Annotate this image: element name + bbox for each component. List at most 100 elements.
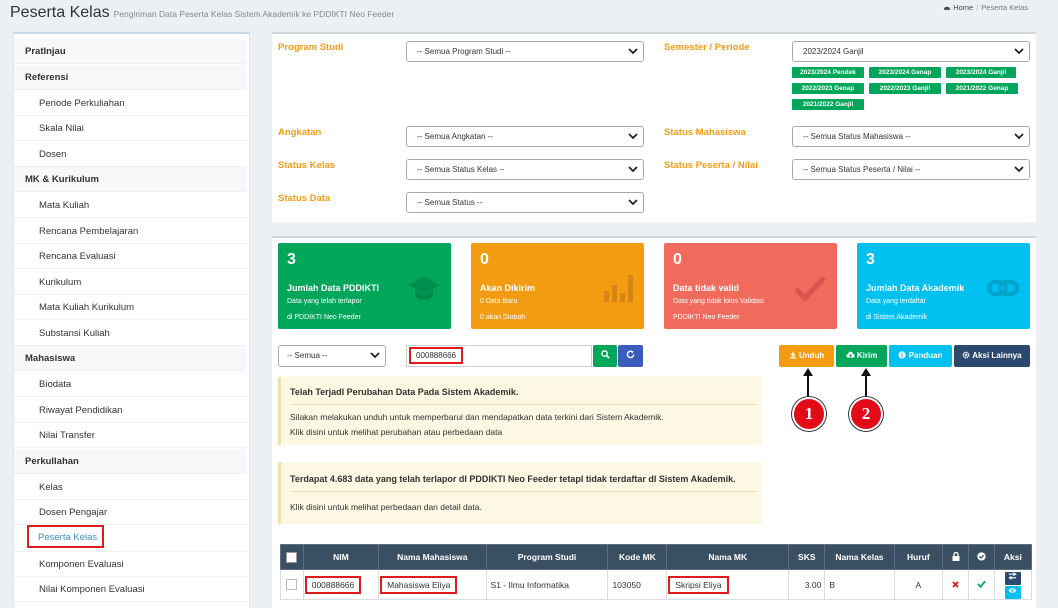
info-icon bbox=[898, 351, 907, 359]
unduh-button[interactable]: Unduh bbox=[779, 345, 834, 367]
status-peserta-select[interactable]: -- Semua Status Peserta / Nilai -- bbox=[792, 159, 1030, 180]
status-kelas-label: Status Kelas bbox=[278, 160, 336, 171]
sidebar-item-riwayat-pendidikan[interactable]: Riwayat Pendidikan bbox=[14, 398, 246, 423]
sidebar-item-peserta-kelas[interactable]: Peserta Kelas bbox=[14, 524, 246, 552]
sidebar-item-mata-kuliah[interactable]: Mata Kuliah bbox=[14, 193, 246, 218]
sidebar-item-nilai-komponen-evaluasi[interactable]: Nilai Komponen Evaluasi bbox=[14, 577, 246, 602]
card-jumlah-pddikti: 3 Jumlah Data PDDIKTI Data yang telah te… bbox=[278, 243, 451, 329]
sidebar-item-dosen[interactable]: Dosen bbox=[14, 142, 246, 167]
sidebar-item-komponen-evaluasi[interactable]: Komponen Evaluasi bbox=[14, 552, 246, 577]
card-number: 0 bbox=[673, 251, 682, 268]
check-icon bbox=[794, 276, 826, 302]
x-icon bbox=[952, 580, 959, 588]
search-input[interactable]: 000888666 bbox=[406, 345, 592, 367]
notice-tidak-terdaftar-title: Terdapat 4.683 data yang telah terlapor … bbox=[290, 474, 736, 484]
kirim-label: Kirim bbox=[856, 351, 878, 360]
status-mahasiswa-value: -- Semua Status Mahasiswa -- bbox=[803, 132, 911, 141]
program-studi-value: -- Semua Program Studi -- bbox=[417, 47, 511, 56]
row-checkbox-cell[interactable] bbox=[280, 569, 304, 600]
table-header-row: NIM Nama Mahasiswa Program Studi Kode MK… bbox=[280, 544, 1033, 570]
card-line1: Data yang terdaftar bbox=[866, 298, 926, 305]
sidebar-item-skala-nilai[interactable]: Skala Nilai bbox=[14, 116, 246, 141]
exchange-icon bbox=[1008, 572, 1018, 580]
refresh-button[interactable] bbox=[618, 345, 643, 367]
program-studi-select[interactable]: -- Semua Program Studi -- bbox=[406, 41, 644, 62]
sidebar-head-referensi: Referensi bbox=[14, 65, 246, 90]
status-mahasiswa-select[interactable]: -- Semua Status Mahasiswa -- bbox=[792, 126, 1030, 147]
sidebar-item-dosen-pengajar[interactable]: Dosen Pengajar bbox=[14, 500, 246, 525]
th-nim[interactable]: NIM bbox=[302, 544, 380, 570]
card-title: Akan Dikirim bbox=[480, 283, 536, 293]
card-line1: 0 Data Baru bbox=[480, 298, 518, 305]
th-program-studi[interactable]: Program Studi bbox=[485, 544, 609, 570]
select-all-checkbox[interactable] bbox=[286, 551, 298, 563]
th-nama-mk[interactable]: Nama MK bbox=[666, 544, 790, 570]
th-select-all[interactable] bbox=[280, 544, 304, 570]
semester-tag[interactable]: 2023/2024 Pendek bbox=[792, 67, 864, 78]
th-kode-mk[interactable]: Kode MK bbox=[607, 544, 668, 570]
kirim-button[interactable]: Kirim bbox=[836, 345, 887, 367]
transfer-button[interactable] bbox=[1004, 572, 1021, 585]
search-value: 000888666 bbox=[409, 347, 464, 364]
sidebar-item-rencana-evaluasi[interactable]: Rencana Evaluasi bbox=[14, 244, 246, 269]
th-nama-mahasiswa[interactable]: Nama Mahasiswa bbox=[378, 544, 487, 570]
semester-tag[interactable]: 2021/2022 Ganjil bbox=[792, 99, 864, 110]
notice-tidak-terdaftar-link[interactable]: Klik disini untuk melihat perbedaan dan … bbox=[290, 502, 482, 512]
th-sks[interactable]: SKS bbox=[788, 544, 826, 570]
semester-tag[interactable]: 2023/2024 Ganjil bbox=[946, 67, 1016, 78]
chevron-down-icon bbox=[628, 48, 638, 55]
angkatan-select[interactable]: -- Semua Angkatan -- bbox=[406, 126, 644, 147]
status-data-value: -- Semua Status -- bbox=[417, 198, 483, 207]
card-line2: di Sistem Akademik bbox=[866, 314, 928, 321]
th-huruf[interactable]: Huruf bbox=[893, 544, 944, 570]
peserta-table: NIM Nama Mahasiswa Program Studi Kode MK… bbox=[280, 544, 1033, 600]
card-line2: PDDIKTI Neo Feeder bbox=[673, 314, 740, 321]
cell-kelas: B bbox=[824, 569, 895, 600]
semester-tag[interactable]: 2021/2022 Genap bbox=[946, 83, 1018, 94]
th-aksi: Aksi bbox=[993, 544, 1033, 570]
cell-lock bbox=[942, 569, 969, 600]
panduan-button[interactable]: Panduan bbox=[889, 345, 952, 367]
check-icon bbox=[977, 580, 986, 588]
sidebar-pratinjau[interactable]: PratInjau bbox=[14, 39, 246, 64]
search-button[interactable] bbox=[593, 345, 617, 367]
annotation-badge-1: 1 bbox=[792, 397, 826, 431]
aksi-lainnya-button[interactable]: Aksi Lainnya bbox=[954, 345, 1030, 367]
card-title: Jumlah Data PDDIKTI bbox=[287, 283, 380, 293]
status-data-select[interactable]: -- Semua Status -- bbox=[406, 192, 644, 213]
notice-perubahan-link[interactable]: Klik disini untuk melihat perubahan atau… bbox=[290, 427, 502, 437]
semester-select[interactable]: 2023/2024 Ganjil bbox=[792, 41, 1030, 62]
cell-huruf: A bbox=[893, 569, 944, 600]
card-akan-dikirim: 0 Akan Dikirim 0 Data Baru 0 akan Diubah bbox=[471, 243, 644, 329]
sidebar-item-periode-perkuliahan[interactable]: Periode Perkuliahan bbox=[14, 91, 246, 116]
sidebar-item-kurikulum[interactable]: Kurikulum bbox=[14, 270, 246, 295]
card-line2: di PDDIKTI Neo Feeder bbox=[287, 314, 361, 321]
card-line1: Data yang telah terlapor bbox=[287, 298, 362, 305]
check-circle-icon bbox=[977, 551, 986, 561]
gear-icon bbox=[962, 351, 970, 359]
angkatan-label: Angkatan bbox=[278, 127, 322, 138]
row-checkbox[interactable] bbox=[286, 579, 298, 591]
chevron-down-icon bbox=[628, 133, 638, 140]
semester-tag[interactable]: 2023/2024 Genap bbox=[869, 67, 941, 78]
th-lock bbox=[942, 544, 969, 570]
sidebar-item-substansi-kuliah[interactable]: Substansi Kuliah bbox=[14, 321, 246, 346]
semua-filter-select[interactable]: -- Semua -- bbox=[278, 345, 386, 367]
sidebar-item-kelas[interactable]: Kelas bbox=[14, 475, 246, 500]
sidebar-item-rencana-pembelajaran[interactable]: Rencana Pembelajaran bbox=[14, 219, 246, 244]
th-nama-kelas[interactable]: Nama Kelas bbox=[824, 544, 895, 570]
breadcrumb-home[interactable]: Home bbox=[953, 3, 973, 12]
graduation-cap-icon bbox=[408, 277, 440, 300]
sidebar-item-biodata[interactable]: Biodata bbox=[14, 372, 246, 397]
page-title: Peserta Kelas Pengiriman Data Peserta Kel… bbox=[10, 4, 394, 22]
breadcrumb-current: Peserta Kelas bbox=[981, 3, 1028, 12]
sidebar-item-mata-kuliah-kurikulum[interactable]: Mata Kuliah Kurikulum bbox=[14, 295, 246, 320]
page-title-text: Peserta Kelas bbox=[10, 4, 110, 21]
notice-perubahan: Telah TerjadI Perubahan Data Pada Sistem… bbox=[278, 377, 762, 445]
view-button[interactable] bbox=[1004, 586, 1021, 599]
status-kelas-select[interactable]: -- Semua Status Kelas -- bbox=[406, 159, 644, 180]
sidebar-item-nilai-transfer[interactable]: Nilai Transfer bbox=[14, 423, 246, 448]
semester-tag[interactable]: 2022/2023 Ganjil bbox=[869, 83, 941, 94]
semester-tag[interactable]: 2022/2023 Genap bbox=[792, 83, 864, 94]
status-kelas-value: -- Semua Status Kelas -- bbox=[417, 165, 505, 174]
